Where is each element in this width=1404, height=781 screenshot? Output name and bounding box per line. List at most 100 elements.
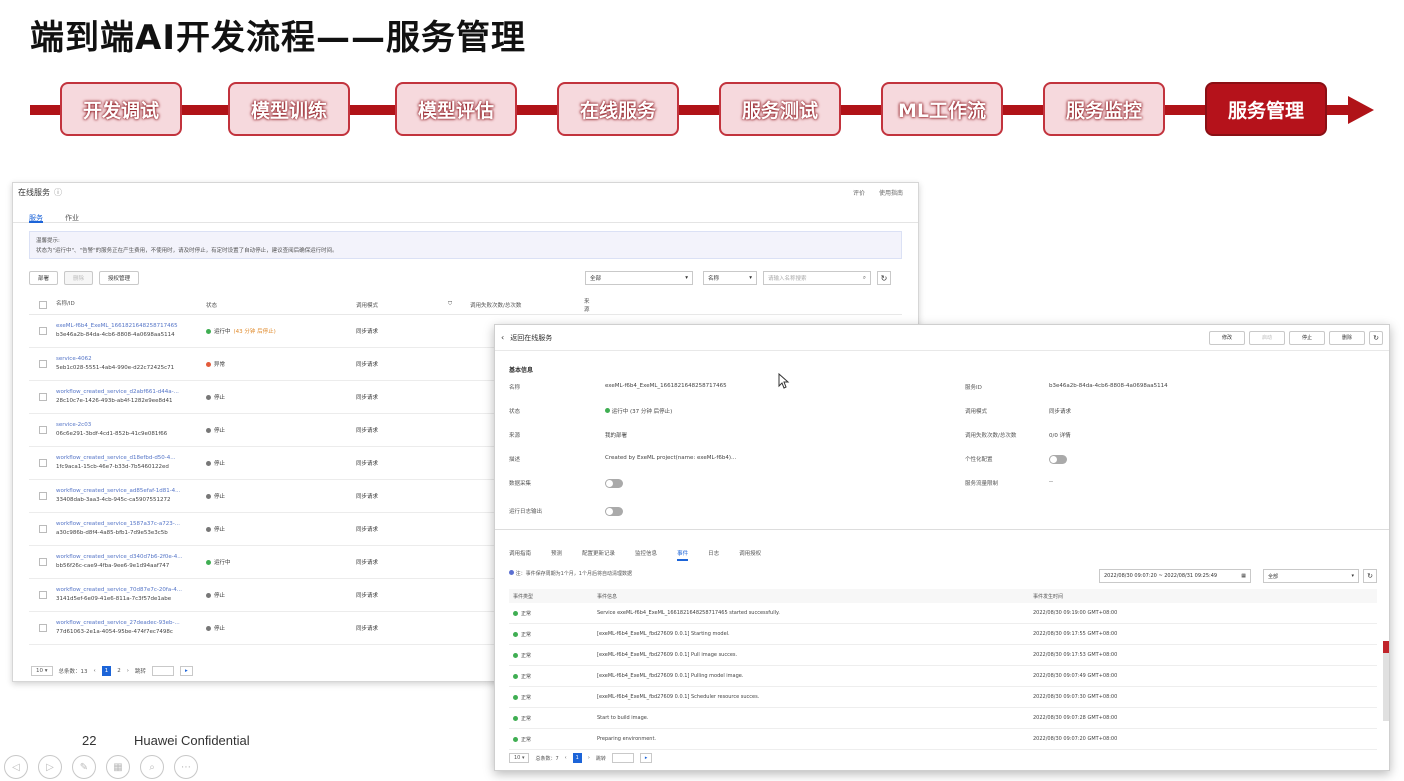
back-to-list-link[interactable]: 返回在线服务 xyxy=(510,333,552,343)
right-field-0: 服务ID b3e46a2b-84da-4cb6-8808-4a0698aa5114 xyxy=(965,383,1168,391)
feedback-link[interactable]: 评价 xyxy=(853,188,865,197)
search-icon[interactable]: ⌕ xyxy=(863,275,866,282)
right-field-4: 服务流量限制 -- xyxy=(965,479,1053,487)
delete-button[interactable]: 删除 xyxy=(1329,330,1365,345)
service-name-link[interactable]: exeML-f6b4_ExeML_1661821648258717465 xyxy=(56,322,206,331)
service-name-link[interactable]: workflow_created_service_d2abf661-d44a-.… xyxy=(56,388,206,397)
page-2[interactable]: 2 xyxy=(117,668,121,674)
zoom-icon[interactable]: ⌕ xyxy=(140,755,164,779)
tab-job[interactable]: 作业 xyxy=(65,213,79,222)
select-all-checkbox[interactable] xyxy=(39,300,47,309)
event-type: 正常 xyxy=(509,736,597,743)
list-toolbar: 部署 删除 授权管理 全部 ▾ 名称 ▾ 请输入名称搜索 ⌕ ↻ xyxy=(29,269,902,287)
events-refresh-icon[interactable]: ↻ xyxy=(1363,569,1377,583)
refresh-icon[interactable]: ↻ xyxy=(877,271,891,285)
filter-icon[interactable]: ⛉ xyxy=(448,301,470,308)
back-icon[interactable]: ‹ xyxy=(501,333,504,342)
toggle-switch[interactable] xyxy=(605,479,623,490)
total-count: 总条数：13 xyxy=(58,669,88,675)
start-button[interactable]: 启动 xyxy=(1249,330,1285,345)
status-cell: 运行中 xyxy=(206,558,356,566)
row-checkbox[interactable] xyxy=(39,327,47,335)
page-1[interactable]: 1 xyxy=(572,753,582,763)
detail-tab[interactable]: 调用指南 xyxy=(509,549,531,561)
detail-tab[interactable]: 预测 xyxy=(551,549,562,561)
help-icon[interactable]: ⓘ xyxy=(54,187,62,198)
status-dot-icon xyxy=(513,736,518,742)
mode-cell: 同步请求 xyxy=(356,395,379,401)
row-checkbox[interactable] xyxy=(39,591,47,599)
service-name-link[interactable]: service-4062 xyxy=(56,355,206,364)
row-checkbox[interactable] xyxy=(39,558,47,566)
stop-button[interactable]: 停止 xyxy=(1289,330,1325,345)
date-range-picker[interactable]: 2022/08/30 09:07:20 ~ 2022/08/31 09:25:4… xyxy=(1099,569,1251,583)
row-checkbox[interactable] xyxy=(39,492,47,500)
detail-tab[interactable]: 配置更新记录 xyxy=(582,549,615,561)
next-slide-icon[interactable]: ▷ xyxy=(38,755,62,779)
deploy-button[interactable]: 部署 xyxy=(29,271,59,285)
refresh-icon[interactable]: ↻ xyxy=(1369,330,1383,345)
row-checkbox[interactable] xyxy=(39,360,47,368)
row-checkbox[interactable] xyxy=(39,525,47,533)
page-1[interactable]: 1 xyxy=(101,666,112,676)
status-text: 运行中 xyxy=(214,560,231,566)
detail-tab[interactable]: 事件 xyxy=(677,549,689,561)
jump-input[interactable] xyxy=(611,753,634,763)
detail-tab[interactable]: 监控信息 xyxy=(635,549,657,561)
delete-button[interactable]: 删除 xyxy=(64,271,94,285)
status-dot-icon xyxy=(513,715,518,721)
prev-page-icon[interactable]: ‹ xyxy=(565,755,567,761)
detail-tab[interactable]: 调用授权 xyxy=(739,549,761,561)
mode-cell: 同步请求 xyxy=(356,461,379,467)
status-dot-icon xyxy=(206,559,211,565)
service-name-link[interactable]: workflow_created_service_1587a37c-a723-.… xyxy=(56,520,206,529)
event-row: 正常 Start to build image. 2022/08/30 09:07:… xyxy=(509,708,1377,729)
jump-go-icon[interactable]: ▸ xyxy=(639,753,653,763)
event-filter-select[interactable]: 全部 ▾ xyxy=(1263,569,1359,583)
service-name-link[interactable]: workflow_created_service_ad85efaf-1d81-4… xyxy=(56,487,206,496)
toggle-switch[interactable] xyxy=(605,507,623,518)
tab-service[interactable]: 服务 xyxy=(29,213,43,223)
service-name-link[interactable]: workflow_created_service_27deadec-93eb-.… xyxy=(56,619,206,628)
field-label: 数据采集 xyxy=(509,481,532,487)
more-options-icon[interactable]: ⋯ xyxy=(174,755,198,779)
service-id: 3141d5ef-6e09-41e6-811a-7c3f57de1abe xyxy=(56,596,172,602)
page-size-select[interactable]: 10 ▾ xyxy=(31,666,53,676)
prev-slide-icon[interactable]: ◁ xyxy=(4,755,28,779)
detail-tab[interactable]: 日志 xyxy=(708,549,719,561)
service-name-cell: workflow_created_service_d2abf661-d44a-.… xyxy=(56,388,206,406)
toggle-switch[interactable] xyxy=(1049,455,1067,466)
pen-icon[interactable]: ✎ xyxy=(72,755,96,779)
edit-button[interactable]: 修改 xyxy=(1209,330,1245,345)
service-name-link[interactable]: service-2c03 xyxy=(56,421,206,430)
event-row: 正常 Preparing environment. 2022/08/30 09:07… xyxy=(509,729,1377,750)
tip-body: 状态为"运行中"、"告警"的服务正在产生费用，不使用时，请及时停止，有定时设置了… xyxy=(36,248,338,254)
side-scroll-handle[interactable] xyxy=(1383,641,1389,721)
process-flow: 开发调试 模型训练 模型评估 在线服务 服务测试 ML工作流 服务监控 服务管理 xyxy=(30,80,1375,140)
list-pager: 10 ▾ 总条数：13 ‹ 1 2 › 跳转 ▸ xyxy=(31,665,193,677)
name-filter-select[interactable]: 名称 ▾ xyxy=(703,271,757,285)
row-checkbox[interactable] xyxy=(39,426,47,434)
service-name-cell: workflow_created_service_70d87e7c-20fa-4… xyxy=(56,586,206,604)
row-checkbox[interactable] xyxy=(39,393,47,401)
field-5: 运行日志输出 xyxy=(509,507,623,516)
guide-link[interactable]: 使用指南 xyxy=(879,188,903,197)
status-text: 停止 xyxy=(214,626,226,632)
service-name-link[interactable]: workflow_created_service_70d87e7c-20fa-4… xyxy=(56,586,206,595)
service-id: 28c10c7e-1426-493b-ab4f-1282e9ee8d41 xyxy=(56,398,173,404)
row-checkbox[interactable] xyxy=(39,624,47,632)
slides-grid-icon[interactable]: ▦ xyxy=(106,755,130,779)
service-name-link[interactable]: workflow_created_service_d18efbd-d50-4..… xyxy=(56,454,206,463)
status-filter-select[interactable]: 全部 ▾ xyxy=(585,271,693,285)
service-name-link[interactable]: workflow_created_service_d340d7b6-2f0e-4… xyxy=(56,553,206,562)
next-page-icon[interactable]: › xyxy=(127,668,129,674)
jump-input[interactable] xyxy=(151,666,174,676)
search-input[interactable]: 请输入名称搜索 ⌕ xyxy=(763,271,871,285)
auth-manage-button[interactable]: 授权管理 xyxy=(99,271,140,285)
prev-page-icon[interactable]: ‹ xyxy=(94,668,96,674)
row-checkbox[interactable] xyxy=(39,459,47,467)
next-page-icon[interactable]: › xyxy=(588,755,590,761)
page-size-select[interactable]: 10 ▾ xyxy=(509,753,530,763)
jump-go-icon[interactable]: ▸ xyxy=(179,666,193,676)
field-2: 来源 我的部署 xyxy=(509,431,627,439)
